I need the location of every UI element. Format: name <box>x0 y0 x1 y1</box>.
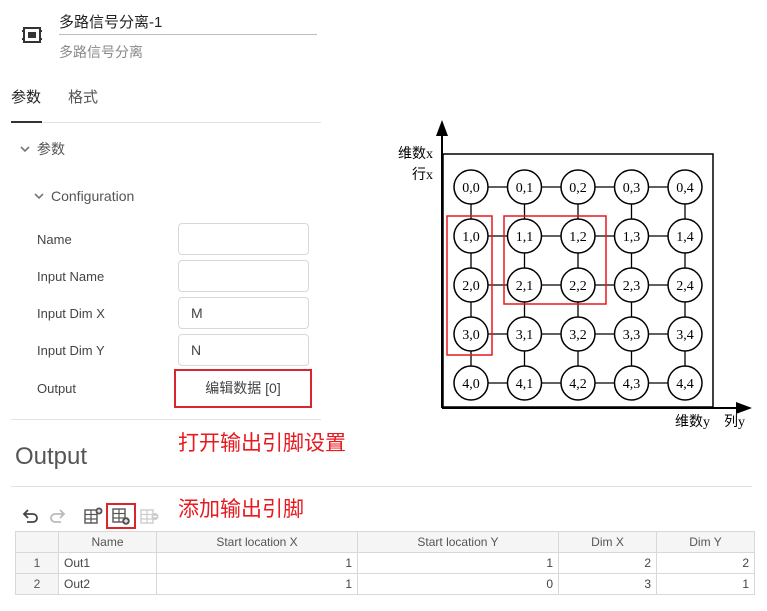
tab-format[interactable]: 格式 <box>68 88 98 108</box>
matrix-cell-label: 1,2 <box>569 230 587 245</box>
input-dim-y-input[interactable]: N <box>178 334 309 366</box>
matrix-cell-label: 3,3 <box>623 328 641 343</box>
matrix-cell-label: 2,0 <box>462 279 480 294</box>
output-table: Name Start location X Start location Y D… <box>15 531 755 595</box>
matrix-cell-label: 1,4 <box>676 230 694 245</box>
matrix-cell-label: 4,3 <box>623 377 641 392</box>
table-row[interactable]: 1 Out1 1 1 2 2 <box>15 552 755 574</box>
input-name-input[interactable] <box>178 260 309 292</box>
table-cell[interactable]: 1 <box>357 552 559 574</box>
name-label: Name <box>37 232 72 247</box>
matrix-cell-label: 0,0 <box>462 181 480 196</box>
tab-params[interactable]: 参数 <box>11 88 41 108</box>
matrix-cell-label: 4,4 <box>676 377 694 392</box>
matrix-cell-label: 4,0 <box>462 377 480 392</box>
table-cell[interactable]: 1 <box>156 573 358 595</box>
table-cell[interactable]: 0 <box>357 573 559 595</box>
annotation-add-output-pin: 添加输出引脚 <box>178 497 304 521</box>
matrix-cell-label: 2,3 <box>623 279 641 294</box>
demux-block-icon <box>22 27 42 43</box>
insert-row-icon[interactable] <box>83 506 103 526</box>
config-section-label: Configuration <box>51 188 135 204</box>
matrix-cell-label: 1,1 <box>516 230 534 245</box>
matrix-cell-label: 2,1 <box>516 279 534 294</box>
add-row-icon[interactable] <box>111 506 131 526</box>
column-header[interactable]: Name <box>58 531 157 553</box>
axis-y-arrow <box>736 402 752 414</box>
column-header-index <box>15 531 59 553</box>
matrix-cell-label: 3,1 <box>516 328 534 343</box>
matrix-cell-label: 0,4 <box>676 181 694 196</box>
chevron-down-icon <box>34 193 44 200</box>
delete-row-icon[interactable] <box>139 506 159 526</box>
row-index: 1 <box>15 552 59 574</box>
input-name-label: Input Name <box>37 269 105 284</box>
table-cell[interactable]: 2 <box>558 552 657 574</box>
table-cell[interactable]: 2 <box>656 552 755 574</box>
table-cell[interactable]: 1 <box>156 552 358 574</box>
params-section-label: 参数 <box>37 141 65 157</box>
input-dim-x-input[interactable]: M <box>178 297 309 329</box>
tab-divider <box>11 122 321 123</box>
column-header[interactable]: Start location Y <box>357 531 559 553</box>
matrix-cell-label: 3,4 <box>676 328 694 343</box>
params-section-header[interactable]: 参数 <box>19 139 65 159</box>
matrix-cell-label: 4,2 <box>569 377 587 392</box>
block-name-field[interactable]: 多路信号分离-1 <box>59 13 317 35</box>
input-dim-x-label: Input Dim X <box>37 306 105 321</box>
table-cell[interactable]: Out2 <box>58 573 157 595</box>
redo-icon[interactable] <box>48 506 68 526</box>
matrix-cell-label: 2,4 <box>676 279 694 294</box>
output-label: Output <box>37 381 77 396</box>
annotation-open-output-pins: 打开输出引脚设置 <box>178 431 346 455</box>
axis-row-x-label: 行x <box>412 167 433 183</box>
matrix-cell-label: 2,2 <box>569 279 587 294</box>
undo-icon[interactable] <box>20 506 40 526</box>
axis-dim-y-label: 维数y <box>675 414 710 430</box>
axis-dim-x-label: 维数x <box>398 146 433 162</box>
table-row[interactable]: 2 Out2 1 0 3 1 <box>15 573 755 595</box>
table-cell[interactable]: Out1 <box>58 552 157 574</box>
axis-x-arrow <box>436 120 448 136</box>
table-cell[interactable]: 3 <box>558 573 657 595</box>
column-header[interactable]: Start location X <box>156 531 358 553</box>
matrix-cell-label: 0,2 <box>569 181 587 196</box>
chevron-down-icon <box>20 146 30 153</box>
matrix-cell-label: 0,3 <box>623 181 641 196</box>
active-tab-indicator <box>11 121 42 123</box>
edit-output-data-button[interactable]: 编辑数据 [0] <box>174 369 312 408</box>
output-divider <box>11 486 752 487</box>
matrix-cell-label: 1,3 <box>623 230 641 245</box>
input-dim-y-label: Input Dim Y <box>37 343 105 358</box>
matrix-diagram: 维数x 行x 维数y 列y 0,0 0,1 0,2 0,3 0,4 1,0 1,1 1,2 1,… <box>398 120 752 430</box>
config-section-header[interactable]: Configuration <box>33 188 134 204</box>
column-header[interactable]: Dim X <box>558 531 657 553</box>
column-header[interactable]: Dim Y <box>656 531 755 553</box>
matrix-cell-label: 4,1 <box>516 377 534 392</box>
block-type-label: 多路信号分离 <box>59 44 143 60</box>
matrix-cell-label: 1,0 <box>462 230 480 245</box>
matrix-cells: 0,0 0,1 0,2 0,3 0,4 1,0 1,1 1,2 1,3 1,4 2,0 2,1 2,2 2… <box>453 169 703 401</box>
table-cell[interactable]: 1 <box>656 573 755 595</box>
matrix-cell-label: 3,2 <box>569 328 587 343</box>
properties-divider <box>11 419 321 420</box>
output-title: Output <box>15 443 88 470</box>
table-header-row: Name Start location X Start location Y D… <box>15 531 755 553</box>
row-index: 2 <box>15 573 59 595</box>
matrix-cell-label: 3,0 <box>462 328 480 343</box>
matrix-cell-label: 0,1 <box>516 181 534 196</box>
axis-col-y-label: 列y <box>724 414 745 430</box>
name-input[interactable] <box>178 223 309 255</box>
